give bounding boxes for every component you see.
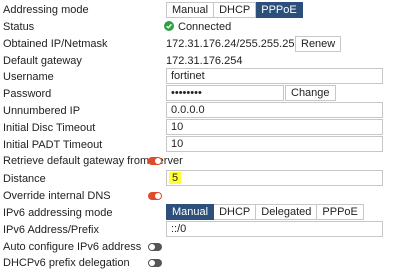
password-label: Password (3, 88, 52, 100)
ipv6-mode-selector: Manual DHCP Delegated PPPoE (166, 204, 364, 220)
dhcpv6-delegation-label: DHCPv6 prefix delegation (3, 257, 130, 269)
username-input[interactable]: fortinet (166, 68, 383, 84)
addressing-mode-label: Addressing mode (3, 4, 89, 16)
status-value: Connected (178, 21, 232, 33)
distance-input[interactable]: 5 (166, 170, 383, 186)
default-gateway-label: Default gateway (3, 55, 82, 67)
dhcpv6-delegation-toggle[interactable] (148, 259, 162, 267)
check-circle-icon (164, 21, 174, 31)
ipv6-mode-dhcp[interactable]: DHCP (214, 204, 257, 220)
addressing-mode-manual[interactable]: Manual (166, 2, 215, 18)
addressing-mode-dhcp[interactable]: DHCP (214, 2, 257, 18)
ipv6-prefix-input[interactable]: ::/0 (166, 221, 383, 237)
ipv6-prefix-label: IPv6 Address/Prefix (3, 224, 99, 236)
unnumbered-ip-label: Unnumbered IP (3, 105, 81, 117)
override-dns-label: Override internal DNS (3, 190, 111, 202)
obtained-ip-label: Obtained IP/Netmask (3, 38, 108, 50)
initial-disc-timeout-input[interactable]: 10 (166, 119, 383, 135)
change-password-button[interactable]: Change (285, 85, 336, 101)
distance-label: Distance (3, 173, 46, 185)
distance-highlight: 5 (169, 172, 182, 184)
initial-disc-timeout-label: Initial Disc Timeout (3, 122, 96, 134)
ipv6-mode-label: IPv6 addressing mode (3, 207, 113, 219)
ipv6-mode-manual[interactable]: Manual (166, 204, 215, 220)
renew-button[interactable]: Renew (295, 36, 342, 52)
ipv6-mode-pppoe[interactable]: PPPoE (317, 204, 364, 220)
initial-padt-timeout-input[interactable]: 10 (166, 136, 383, 152)
default-gateway-value: 172.31.176.254 (166, 55, 243, 67)
initial-padt-timeout-label: Initial PADT Timeout (3, 139, 103, 151)
addressing-mode-pppoe[interactable]: PPPoE (256, 2, 303, 18)
retrieve-gateway-toggle[interactable] (148, 157, 162, 165)
unnumbered-ip-input[interactable]: 0.0.0.0 (166, 102, 383, 118)
addressing-mode-selector: Manual DHCP PPPoE (166, 2, 303, 18)
status-label: Status (3, 21, 35, 33)
password-input[interactable]: •••••••• (166, 85, 284, 101)
auto-ipv6-label: Auto configure IPv6 address (3, 241, 142, 253)
override-dns-toggle[interactable] (148, 192, 162, 200)
ipv6-mode-delegated[interactable]: Delegated (256, 204, 318, 220)
username-label: Username (3, 71, 54, 83)
auto-ipv6-toggle[interactable] (148, 243, 162, 251)
